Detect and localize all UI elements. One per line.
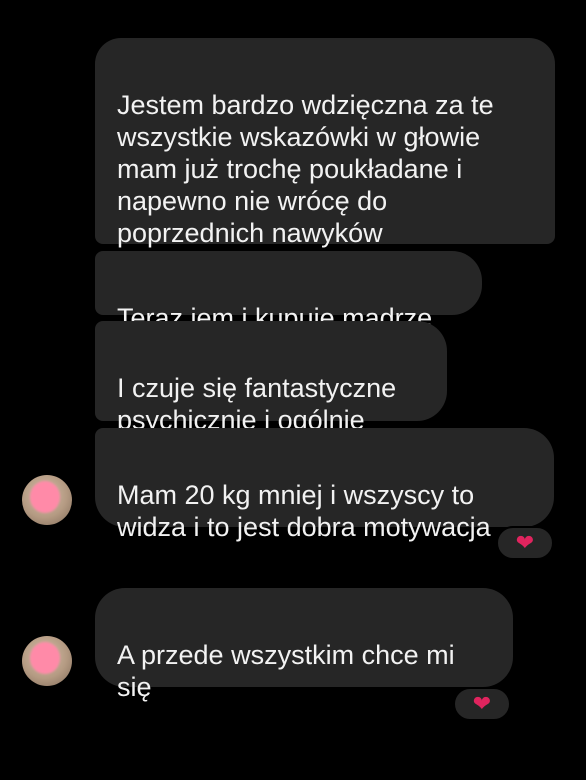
sender-avatar[interactable]	[22, 636, 72, 686]
message-reaction[interactable]: ❤	[453, 687, 511, 721]
message-text: I czuje się fantastyczne psychicznie i o…	[117, 373, 397, 435]
message-reaction[interactable]: ❤	[496, 526, 554, 560]
heart-icon: ❤	[472, 691, 492, 716]
message-text: Jestem bardzo wdzięczna za te wszystkie …	[117, 90, 494, 248]
message-bubble-4[interactable]: Mam 20 kg mniej i wszyscy to widza i to …	[95, 428, 554, 542]
message-bubble-1[interactable]: Jestem bardzo wdzięczna za te wszystkie …	[95, 38, 555, 248]
sender-avatar[interactable]	[22, 475, 72, 525]
message-bubble-3[interactable]: I czuje się fantastyczne psychicznie i o…	[95, 321, 447, 435]
avatar-privacy-blur	[30, 481, 60, 513]
message-text: A przede wszystkim chce mi się	[117, 640, 455, 702]
heart-icon: ❤	[515, 530, 535, 555]
avatar-privacy-blur	[30, 642, 60, 674]
message-text: Mam 20 kg mniej i wszyscy to widza i to …	[117, 480, 491, 542]
message-bubble-5[interactable]: A przede wszystkim chce mi się	[95, 588, 513, 702]
message-bubble-2[interactable]: Teraz jem i kupuje mądrze	[95, 251, 482, 333]
